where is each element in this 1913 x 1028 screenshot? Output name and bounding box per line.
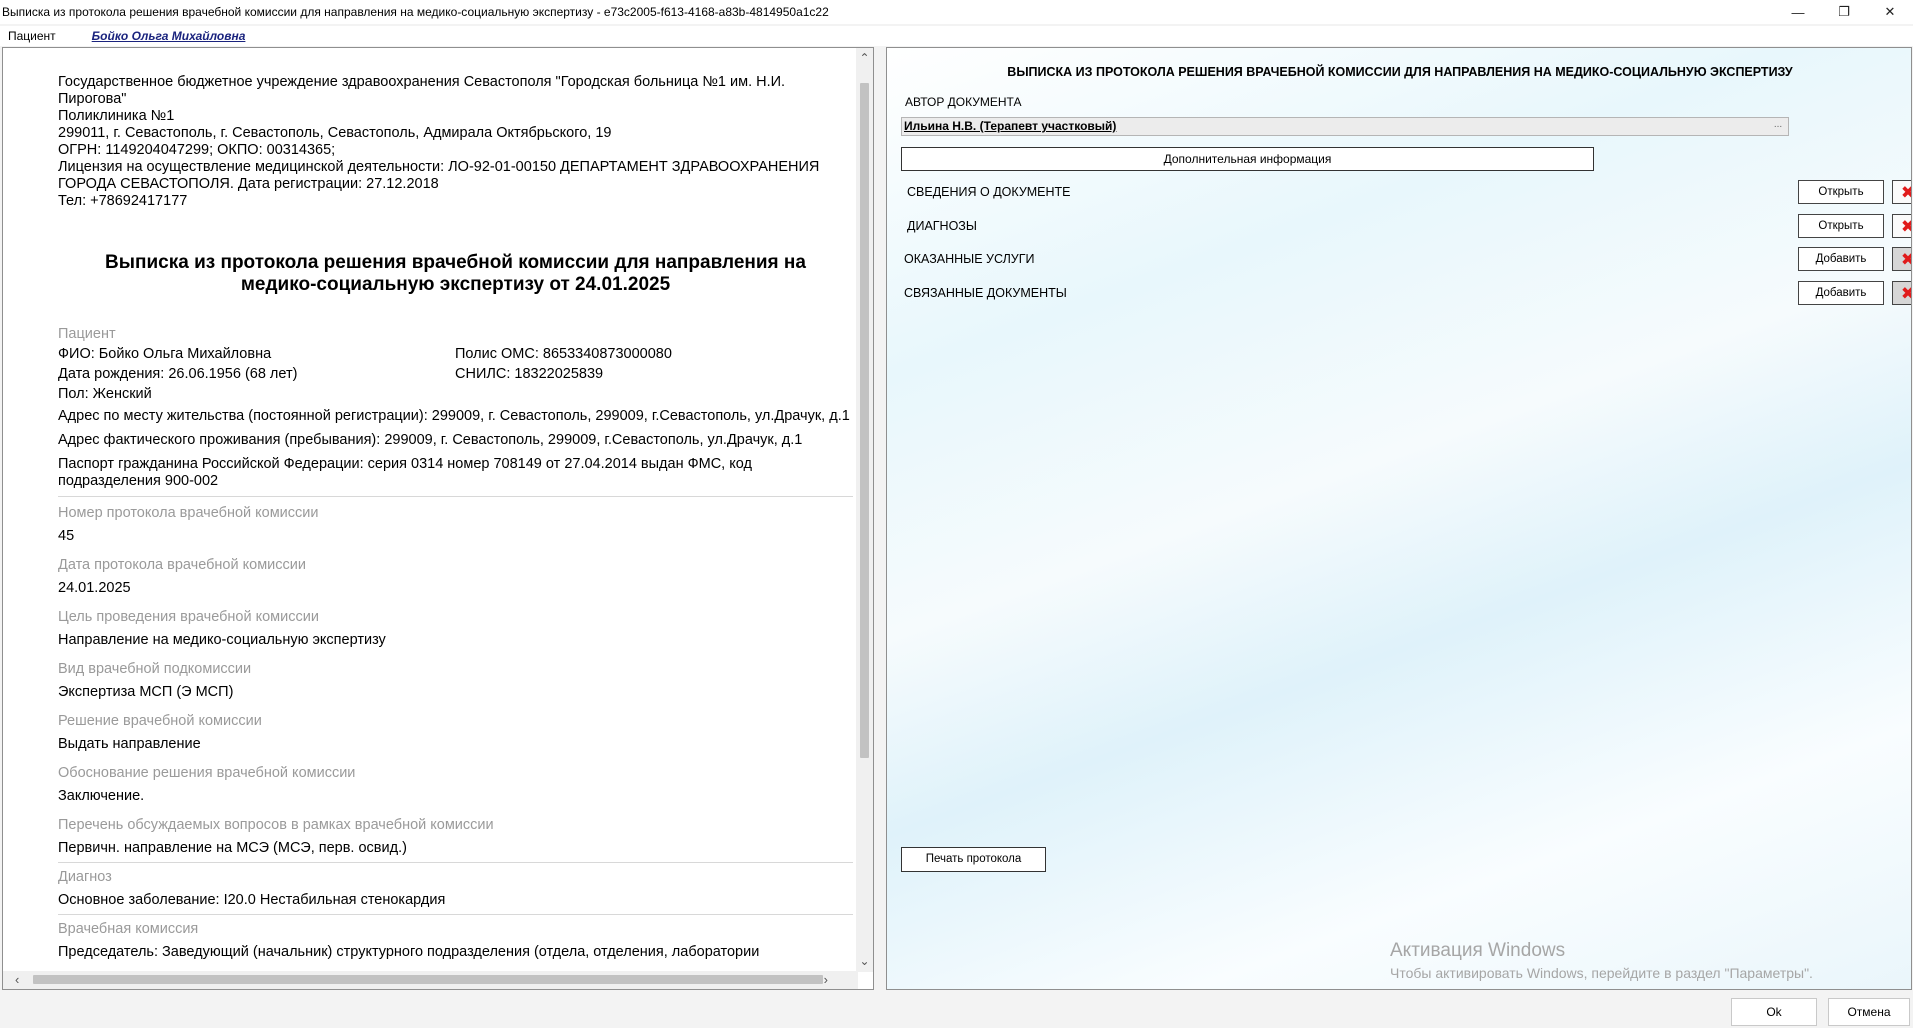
section-row-related-documents: СВЯЗАННЫЕ ДОКУМЕНТЫ Добавить ✖	[904, 281, 1911, 305]
window-title: Выписка из протокола решения врачебной к…	[2, 5, 829, 19]
patient-name-link[interactable]: Бойко Ольга Михайловна	[92, 29, 246, 43]
title-bar: Выписка из протокола решения врачебной к…	[0, 0, 1913, 24]
org-phone: Тел: +78692417177	[58, 193, 188, 209]
delete-icon: ✖	[1901, 184, 1911, 201]
scroll-down-icon[interactable]: ⌄	[856, 954, 873, 968]
section-name: СВЯЗАННЫЕ ДОКУМЕНТЫ	[904, 286, 1067, 300]
delete-diagnoses-button[interactable]: ✖	[1892, 214, 1911, 238]
document-editor-panel: ВЫПИСКА ИЗ ПРОТОКОЛА РЕШЕНИЯ ВРАЧЕБНОЙ К…	[886, 47, 1912, 990]
minimize-icon[interactable]: —	[1775, 0, 1821, 24]
horizontal-scroll-thumb[interactable]	[33, 975, 823, 984]
watermark-title: Активация Windows	[1390, 940, 1566, 961]
document-content: Государственное бюджетное учреждение здр…	[58, 74, 853, 961]
horizontal-scrollbar[interactable]: ‹ ›	[3, 971, 858, 989]
field-label-diagnosis: Диагноз	[58, 869, 112, 885]
menu-bar: Пациент Бойко Ольга Михайловна	[0, 26, 1913, 46]
windows-activation-watermark: Активация Windows Чтобы активировать Win…	[1390, 940, 1813, 981]
print-protocol-button[interactable]: Печать протокола	[901, 847, 1046, 872]
extra-info-button[interactable]: Дополнительная информация	[901, 147, 1594, 171]
field-value-protocol-number: 45	[58, 528, 75, 544]
section-row-services: ОКАЗАННЫЕ УСЛУГИ Добавить ✖	[904, 247, 1911, 271]
separator	[58, 862, 853, 863]
org-codes: ОГРН: 1149204047299; ОКПО: 00314365;	[58, 142, 336, 158]
vertical-scroll-thumb[interactable]	[860, 83, 869, 758]
org-clinic: Поликлиника №1	[58, 108, 175, 124]
field-value-subcommission: Экспертиза МСП (Э МСП)	[58, 684, 234, 700]
author-field[interactable]: Ильина Н.В. (Терапевт участковый) ...	[901, 117, 1789, 136]
section-row-document-info: СВЕДЕНИЯ О ДОКУМЕНТЕ Открыть ✖	[907, 180, 1911, 204]
patient-row-1: ФИО: Бойко Ольга Михайловна Полис ОМС: 8…	[58, 346, 853, 363]
author-label: АВТОР ДОКУМЕНТА	[905, 95, 1022, 109]
patient-address-registration: Адрес по месту жительства (постоянной ре…	[58, 408, 850, 424]
section-name: ОКАЗАННЫЕ УСЛУГИ	[904, 252, 1035, 266]
restore-icon[interactable]: ❐	[1821, 0, 1867, 24]
patient-passport: Паспорт гражданина Российской Федерации:…	[58, 456, 752, 489]
patient-section-label: Пациент	[58, 326, 116, 342]
separator	[58, 496, 853, 497]
org-license: Лицензия на осуществление медицинской де…	[58, 159, 820, 192]
add-services-button[interactable]: Добавить	[1798, 247, 1884, 271]
author-select-button[interactable]: ...	[1770, 119, 1786, 134]
field-value-decision: Выдать направление	[58, 736, 201, 752]
field-label-protocol-number: Номер протокола врачебной комиссии	[58, 505, 319, 521]
field-value-justification: Заключение.	[58, 788, 145, 804]
scroll-right-icon[interactable]: ›	[824, 972, 828, 987]
section-name: СВЕДЕНИЯ О ДОКУМЕНТЕ	[907, 185, 1071, 199]
field-label-questions: Перечень обсуждаемых вопросов в рамках в…	[58, 817, 494, 833]
open-document-info-button[interactable]: Открыть	[1798, 180, 1884, 204]
field-label-protocol-date: Дата протокола врачебной комиссии	[58, 557, 306, 573]
section-row-diagnoses: ДИАГНОЗЫ Открыть ✖	[907, 214, 1911, 238]
watermark-text: Чтобы активировать Windows, перейдите в …	[1390, 965, 1813, 981]
field-value-diagnosis: Основное заболевание: I20.0 Нестабильная…	[58, 892, 446, 908]
delete-services-button[interactable]: ✖	[1892, 247, 1911, 271]
open-diagnoses-button[interactable]: Открыть	[1798, 214, 1884, 238]
vertical-scrollbar[interactable]: ⌃ ⌄	[856, 48, 873, 972]
patient-snils: СНИЛС: 18322025839	[455, 366, 604, 382]
author-value: Ильина Н.В. (Терапевт участковый)	[904, 119, 1117, 133]
field-value-purpose: Направление на медико-социальную эксперт…	[58, 632, 386, 648]
field-value-questions: Первичн. направление на МСЭ (МСЭ, перв. …	[58, 840, 407, 856]
patient-row-2: Дата рождения: 26.06.1956 (68 лет) СНИЛС…	[58, 366, 853, 383]
delete-icon: ✖	[1901, 218, 1911, 235]
field-label-subcommission: Вид врачебной подкомиссии	[58, 661, 252, 677]
scroll-up-icon[interactable]: ⌃	[856, 51, 873, 65]
field-label-decision: Решение врачебной комиссии	[58, 713, 262, 729]
patient-address-actual: Адрес фактического проживания (пребывани…	[58, 432, 803, 448]
patient-birth: Дата рождения: 26.06.1956 (68 лет)	[58, 366, 298, 382]
field-label-purpose: Цель проведения врачебной комиссии	[58, 609, 319, 625]
field-label-commission: Врачебная комиссия	[58, 921, 199, 937]
patient-polis: Полис ОМС: 8653340873000080	[455, 346, 672, 362]
patient-gender: Пол: Женский	[58, 386, 152, 402]
delete-icon: ✖	[1901, 251, 1911, 268]
scroll-left-icon[interactable]: ‹	[15, 972, 19, 987]
field-label-justification: Обоснование решения врачебной комиссии	[58, 765, 356, 781]
cancel-button[interactable]: Отмена	[1828, 998, 1910, 1026]
add-related-documents-button[interactable]: Добавить	[1798, 281, 1884, 305]
window-controls: — ❐ ✕	[1775, 0, 1913, 24]
menu-patient[interactable]: Пациент	[0, 29, 92, 43]
delete-document-info-button[interactable]: ✖	[1892, 180, 1911, 204]
field-value-protocol-date: 24.01.2025	[58, 580, 131, 596]
app-window: Выписка из протокола решения врачебной к…	[0, 0, 1913, 1028]
delete-related-documents-button[interactable]: ✖	[1892, 281, 1911, 305]
separator	[58, 914, 853, 915]
ok-button[interactable]: Ok	[1731, 998, 1817, 1026]
org-name: Государственное бюджетное учреждение здр…	[58, 74, 786, 107]
section-name: ДИАГНОЗЫ	[907, 219, 977, 233]
delete-icon: ✖	[1901, 285, 1911, 302]
panel-heading: ВЫПИСКА ИЗ ПРОТОКОЛА РЕШЕНИЯ ВРАЧЕБНОЙ К…	[1007, 65, 1793, 79]
close-icon[interactable]: ✕	[1867, 0, 1913, 24]
document-title: Выписка из протокола решения врачебной к…	[105, 252, 806, 295]
field-value-commission: Председатель: Заведующий (начальник) стр…	[58, 944, 760, 960]
org-address: 299011, г. Севастополь, г. Севастополь, …	[58, 125, 612, 141]
document-preview[interactable]: Государственное бюджетное учреждение здр…	[2, 47, 874, 990]
patient-fio: ФИО: Бойко Ольга Михайловна	[58, 346, 272, 362]
